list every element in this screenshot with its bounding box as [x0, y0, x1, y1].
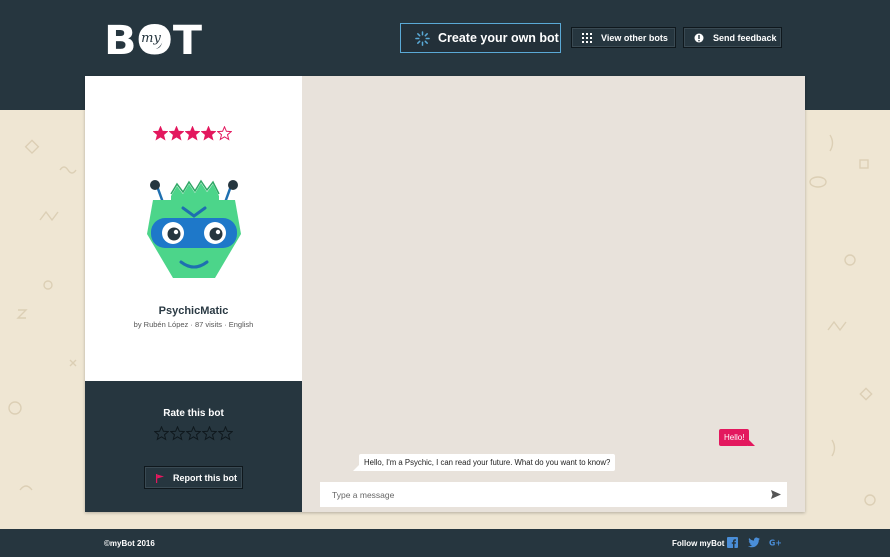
rate-star-icon[interactable]	[218, 426, 233, 441]
message-box	[320, 482, 787, 507]
flag-icon	[156, 474, 164, 483]
copyright: ©myBot 2016	[104, 539, 155, 548]
report-bot-button[interactable]: Report this bot	[144, 466, 243, 489]
send-icon[interactable]	[771, 490, 781, 499]
star-filled-icon	[169, 126, 184, 141]
svg-text:G+: G+	[769, 538, 781, 547]
grid-icon	[582, 33, 592, 43]
alert-icon	[694, 33, 704, 43]
send-feedback-button[interactable]: Send feedback	[683, 27, 782, 48]
rate-stars-input[interactable]	[154, 426, 233, 441]
create-bot-button[interactable]: Create your own bot	[400, 23, 561, 53]
mybot-logo[interactable]: BOT my	[104, 19, 204, 57]
star-filled-icon	[185, 126, 200, 141]
send-feedback-label: Send feedback	[713, 32, 777, 43]
bot-profile-panel: PsychicMatic by Rubén López · 87 visits …	[85, 76, 302, 512]
facebook-icon[interactable]	[727, 537, 738, 548]
star-empty-icon	[217, 126, 232, 141]
report-bot-label: Report this bot	[173, 472, 237, 483]
user-message: Hello!	[719, 429, 757, 446]
rate-star-icon[interactable]	[170, 426, 185, 441]
chat-panel: Hello! Hello, I'm a Psychic, I can read …	[302, 76, 805, 512]
robot-avatar	[147, 179, 241, 278]
logo-small: my	[141, 31, 161, 46]
star-filled-icon	[201, 126, 216, 141]
rate-star-icon[interactable]	[154, 426, 169, 441]
bot-name: PsychicMatic	[158, 305, 229, 317]
rate-star-icon[interactable]	[202, 426, 217, 441]
footer: ©myBot 2016 Follow myBot G+	[0, 529, 890, 557]
bot-message: Hello, I'm a Psychic, I can read your fu…	[352, 454, 616, 471]
rating-stars	[153, 126, 232, 141]
rate-star-icon[interactable]	[186, 426, 201, 441]
rate-title: Rate this bot	[163, 408, 224, 419]
message-input[interactable]	[320, 482, 760, 507]
create-bot-label: Create your own bot	[438, 31, 559, 45]
twitter-icon[interactable]	[748, 537, 760, 548]
bot-meta: by Rubén López · 87 visits · English	[133, 320, 254, 329]
spinner-icon	[415, 31, 430, 46]
bot-card: PsychicMatic by Rubén López · 87 visits …	[85, 76, 805, 512]
follow-label: Follow myBot	[672, 539, 725, 548]
view-other-bots-label: View other bots	[601, 32, 668, 43]
star-filled-icon	[153, 126, 168, 141]
rate-panel: Rate this bot Report this bot	[85, 381, 302, 512]
google-plus-icon[interactable]: G+	[769, 537, 781, 547]
view-other-bots-button[interactable]: View other bots	[571, 27, 676, 48]
